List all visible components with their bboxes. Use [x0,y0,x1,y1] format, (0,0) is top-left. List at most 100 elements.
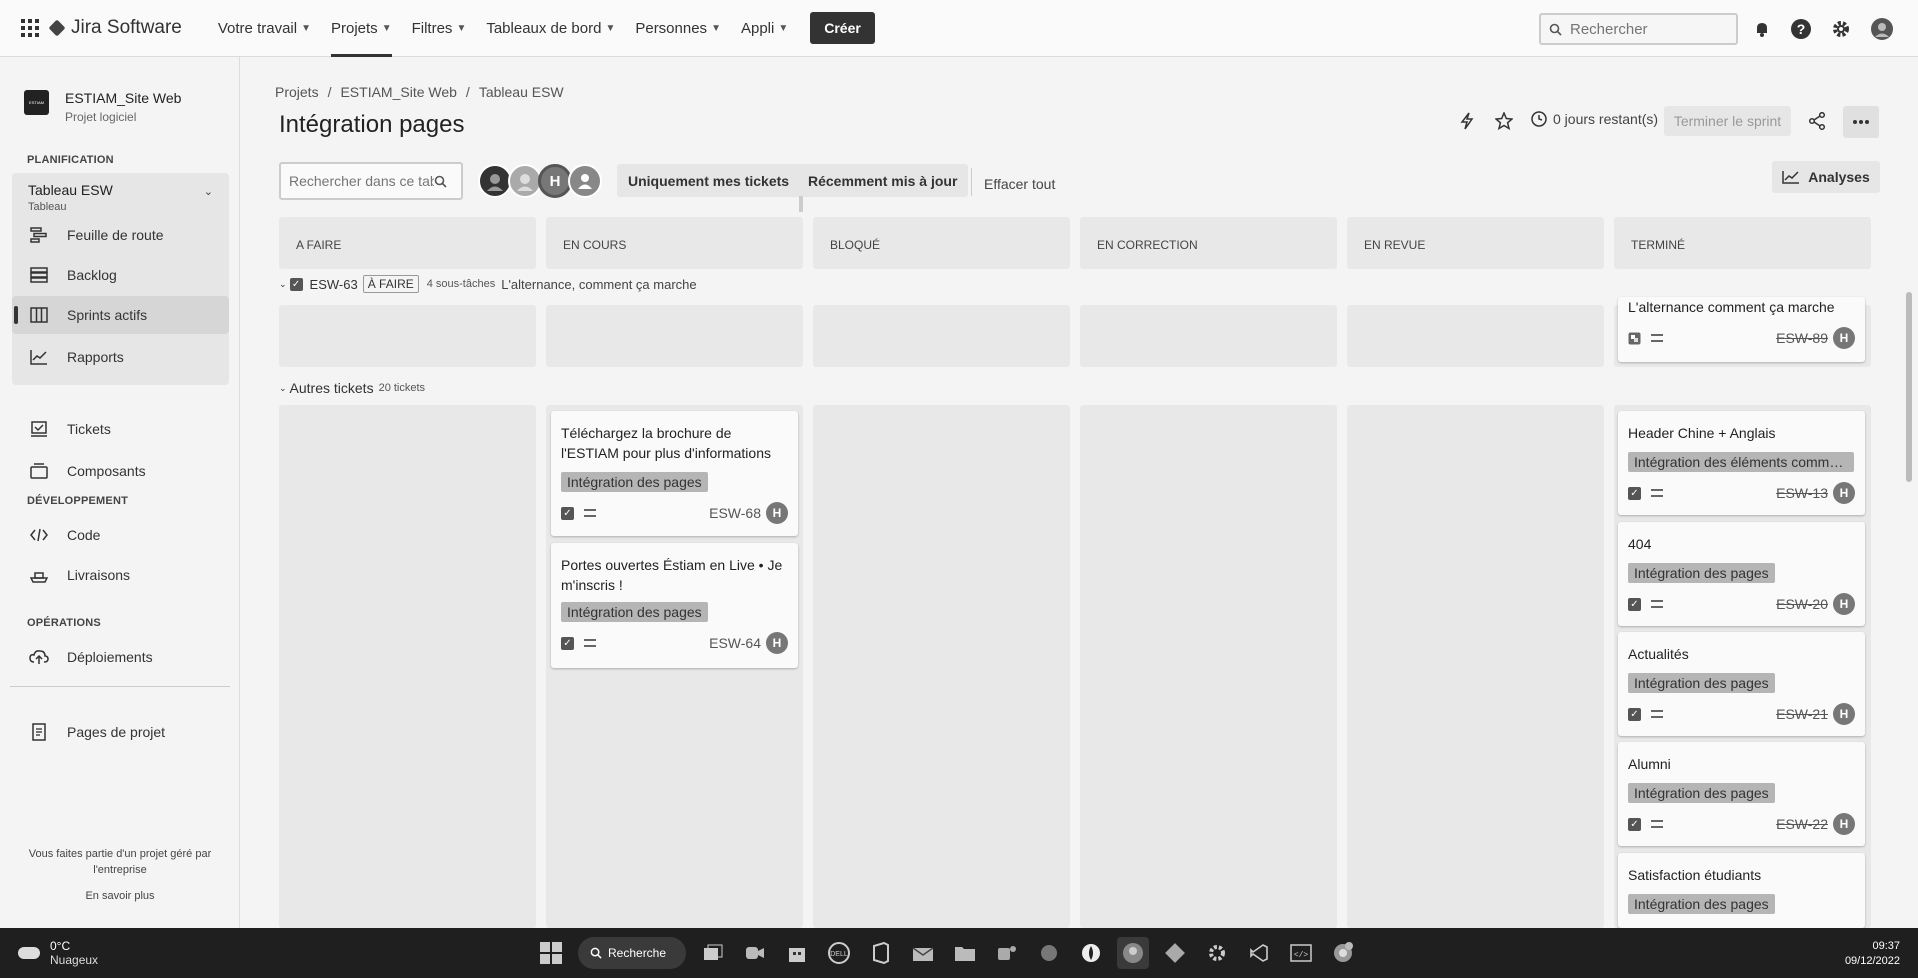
card-key[interactable]: ESW-21 [1776,706,1828,722]
swimlane-parent-ticket[interactable]: ⌄ ✓ ESW-63 À FAIRE 4 sous-tâches L'alter… [279,275,697,293]
profile-avatar[interactable] [1870,17,1894,41]
chevron-down-icon[interactable]: ⌄ [279,383,287,394]
issue-card[interactable]: 404 Intégration des pages ✓ ESW-20 H [1618,522,1865,626]
card-key[interactable]: ESW-64 [709,635,761,651]
vscode-icon[interactable] [1243,937,1275,969]
issue-card[interactable]: Alumni Intégration des pages ✓ ESW-22 H [1618,742,1865,846]
chrome-icon[interactable] [1327,937,1359,969]
assignee-avatar[interactable]: H [1833,813,1855,835]
nav-personnes[interactable]: Personnes ▼ [625,0,731,57]
parent-key[interactable]: ESW-63 [310,277,358,292]
issue-card[interactable]: L'alternance comment ça marche ESW-89 H [1618,297,1865,362]
mongodb-icon[interactable] [1075,937,1107,969]
card-key[interactable]: ESW-22 [1776,816,1828,832]
search-input[interactable] [1570,20,1720,38]
epic-label[interactable]: Intégration des pages [1628,563,1775,583]
create-button[interactable]: Créer [810,12,875,44]
only-my-tickets-filter[interactable]: Uniquement mes tickets [617,164,801,197]
sidebar-item-backlog[interactable]: Backlog [12,256,229,294]
assignee-avatar[interactable]: H [1833,593,1855,615]
sidebar-item-roadmap[interactable]: Feuille de route [12,216,229,254]
board-search[interactable] [279,162,463,200]
board-search-input[interactable] [289,173,434,189]
nav-tableaux-de-bord[interactable]: Tableaux de bord ▼ [476,0,625,57]
assignee-avatar[interactable]: H [766,632,788,654]
help-icon[interactable]: ? [1789,17,1813,41]
notifications-icon[interactable] [1750,17,1774,41]
epic-label[interactable]: Intégration des pages [561,602,708,622]
nav-votre-travail[interactable]: Votre travail ▼ [208,0,321,57]
breadcrumb-board[interactable]: Tableau ESW [479,84,564,100]
sidebar-item-active-sprints[interactable]: Sprints actifs [12,296,229,334]
office-icon[interactable] [865,937,897,969]
card-key[interactable]: ESW-13 [1776,485,1828,501]
card-key[interactable]: ESW-20 [1776,596,1828,612]
issue-card[interactable]: Portes ouvertes Éstiam en Live • Je m'in… [551,543,798,668]
git-icon[interactable] [1159,937,1191,969]
more-actions-button[interactable] [1843,106,1879,138]
epic-label[interactable]: Intégration des pages [1628,783,1775,803]
assignee-avatar[interactable]: H [1833,482,1855,504]
assignee-avatar[interactable]: H [766,502,788,524]
app-switcher-icon[interactable] [21,19,39,37]
scroll-thumb[interactable] [1906,292,1912,482]
nav-filtres[interactable]: Filtres ▼ [402,0,477,57]
recently-updated-filter[interactable]: Récemment mis à jour [797,164,969,197]
analyses-button[interactable]: Analyses [1772,161,1880,193]
issue-card[interactable]: Header Chine + Anglais Intégration des é… [1618,411,1865,515]
weather-widget[interactable]: 0°C Nuageux [18,939,98,967]
breadcrumb-project[interactable]: ESTIAM_Site Web [340,84,456,100]
teams-chat-icon[interactable] [739,937,771,969]
issue-card[interactable]: Actualités Intégration des pages ✓ ESW-2… [1618,632,1865,736]
assignee-avatar[interactable]: H [1833,703,1855,725]
app-icon[interactable] [1033,937,1065,969]
store-icon[interactable] [781,937,813,969]
teams-icon[interactable] [991,937,1023,969]
epic-label[interactable]: Intégration des pages [1628,673,1775,693]
taskbar-search[interactable]: Recherche [578,937,686,969]
issue-card[interactable]: Satisfaction étudiants Intégration des p… [1618,853,1865,928]
clear-all-filters[interactable]: Effacer tout [984,176,1055,192]
task-view-icon[interactable] [697,937,729,969]
breadcrumb-projects[interactable]: Projets [275,84,319,100]
system-clock[interactable]: 09:37 09/12/2022 [1845,939,1900,969]
sidebar-item-releases[interactable]: Livraisons [12,556,229,594]
dell-icon[interactable]: DELL [823,937,855,969]
nav-appli[interactable]: Appli ▼ [731,0,798,57]
sidebar-item-reports[interactable]: Rapports [12,338,229,376]
card-key[interactable]: ESW-68 [709,505,761,521]
avatar[interactable]: H [538,164,572,198]
start-windows-icon[interactable] [535,937,567,969]
issue-card[interactable]: Téléchargez la brochure de l'ESTIAM pour… [551,411,798,536]
mail-icon[interactable] [907,937,939,969]
avatar[interactable] [568,164,602,198]
board-name[interactable]: Tableau ESW [28,182,113,198]
file-explorer-icon[interactable] [949,937,981,969]
automation-icon[interactable] [1455,109,1479,133]
sidebar-item-components[interactable]: Composants [12,452,229,490]
settings-gear-icon[interactable] [1201,937,1233,969]
learn-more-link[interactable]: En savoir plus [10,888,230,904]
avatar[interactable] [478,164,512,198]
epic-label[interactable]: Intégration des pages [561,472,708,492]
jira-logo[interactable]: Jira Software [48,17,182,39]
project-header[interactable]: ESTIAM ESTIAM_Site Web Projet logiciel [24,90,181,124]
assignee-avatar[interactable]: H [1833,327,1855,349]
sidebar-item-deployments[interactable]: Déploiements [12,638,229,676]
chevron-down-icon[interactable]: ⌄ [279,279,287,290]
avatar[interactable] [508,164,542,198]
epic-label[interactable]: Intégration des éléments commu... [1628,452,1854,472]
code-editor-icon[interactable]: </> [1285,937,1317,969]
chevron-down-icon[interactable]: ⌄ [204,185,213,198]
card-key[interactable]: ESW-89 [1776,330,1828,346]
vertical-scrollbar[interactable] [1904,217,1914,928]
settings-gear-icon[interactable] [1829,17,1853,41]
browser-icon[interactable] [1117,937,1149,969]
sidebar-item-project-pages[interactable]: Pages de projet [12,713,229,751]
nav-projets[interactable]: Projets ▼ [321,0,402,57]
swimlane-other-tickets[interactable]: ⌄ Autres tickets 20 tickets [279,380,425,396]
global-search[interactable] [1539,13,1738,45]
star-icon[interactable] [1492,109,1516,133]
epic-label[interactable]: Intégration des pages [1628,894,1775,914]
share-icon[interactable] [1805,109,1829,133]
